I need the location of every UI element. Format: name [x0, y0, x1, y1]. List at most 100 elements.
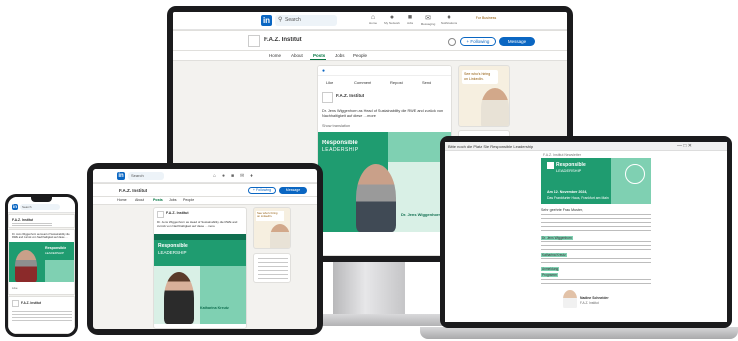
home-icon: ⌂ [370, 14, 376, 21]
tab-posts[interactable]: Posts [313, 53, 325, 58]
post-text: Dr. Jens Wiggenhorn as Head of Sustainab… [322, 109, 444, 118]
newsletter-body-text-2 [541, 241, 651, 251]
phone-search-input[interactable]: Search [20, 204, 60, 210]
newsletter-browser-title: F.A.Z. Institut Newsletter [543, 153, 581, 157]
phone-image-title-2: LEADERSHIP [45, 251, 65, 255]
smartphone: in Search F.A.Z. Institut Dr. Jens Wigge… [5, 194, 78, 337]
for-business-link[interactable]: For Business [471, 16, 501, 20]
following-button[interactable]: + Following [460, 37, 496, 46]
tablet-message-button[interactable]: Message [279, 187, 307, 194]
previous-post-footer: ● [318, 66, 451, 76]
phone-speaker-photo [15, 250, 37, 282]
phone-company-meta [12, 223, 52, 227]
post-image[interactable]: Responsible LEADERSHIP Dr. Jens Wiggenho… [318, 132, 451, 232]
signature-role: F.A.Z. Institut [580, 301, 599, 305]
tablet-image-pattern [200, 266, 246, 324]
monitor-stand-neck [333, 262, 405, 317]
phone-next-post-author[interactable]: F.A.Z. Institut [21, 301, 41, 305]
tab-jobs[interactable]: Jobs [335, 53, 345, 58]
tablet-linkedin-top-bar: in Search ⌂●■✉♦ [93, 169, 317, 183]
tablet-post-author[interactable]: F.A.Z. Institut [166, 211, 189, 215]
highlight-speaker-1[interactable]: Dr. Jens Wiggenhorn [541, 236, 573, 240]
company-tabs: Home About Posts Jobs People [173, 51, 567, 61]
nav-notifications[interactable]: ♦ Notifications [438, 14, 460, 25]
phone-image-title-1: Responsible [45, 246, 67, 250]
network-icon: ● [389, 14, 395, 21]
tablet-hiring-text: See who's hiring on LinkedIn. [256, 211, 284, 221]
hiring-ad-person [481, 88, 509, 126]
window-controls-icon[interactable]: — □ ✕ [677, 143, 692, 149]
tablet-tab-posts[interactable]: Posts [153, 198, 163, 202]
tablet-tab-jobs[interactable]: Jobs [169, 198, 177, 202]
banner-venue: Das Frankfurter Haus, Frankfurt am Main [547, 196, 609, 200]
tablet-tab-about[interactable]: About [135, 198, 144, 202]
tablet-search-input[interactable]: Search [128, 172, 164, 180]
brand-mark-icon [547, 162, 554, 169]
linkedin-logo[interactable]: in [261, 15, 272, 26]
banner-circle-badge [625, 164, 645, 184]
tablet-screen: in Search ⌂●■✉♦ F.A.Z. Institut + Follow… [93, 169, 317, 329]
nav-jobs[interactable]: ■ Jobs [403, 14, 417, 25]
post-image-title-2: LEADERSHIP [322, 147, 359, 153]
tablet-post-text: Dr. Jens Wiggenhorn as Head of Sustainab… [157, 221, 238, 228]
linkedin-top-bar: in ⚲ Search ⌂ Home ● My Network ■ Jobs ✉ Mes… [173, 12, 567, 30]
tablet-tab-home[interactable]: Home [117, 198, 127, 202]
newsletter-body-text-3 [541, 258, 651, 266]
tablet-speaker-photo [164, 272, 194, 324]
post-author-name[interactable]: F.A.Z. Institut [336, 93, 364, 98]
tablet-hiring-ad[interactable]: See who's hiring on LinkedIn. [253, 207, 291, 249]
highlight-speaker-2[interactable]: Katharina Kreutz [541, 253, 567, 257]
nav-network[interactable]: ● My Network [383, 14, 401, 25]
highlight-registration[interactable]: Anmeldung [541, 267, 560, 271]
action-comment[interactable]: Comment [354, 80, 371, 85]
phone-screen: in Search F.A.Z. Institut Dr. Jens Wigge… [8, 197, 75, 334]
messaging-icon: ✉ [425, 15, 431, 22]
laptop-screen: Bitte noch die Platz Sie Responsible Lea… [445, 142, 727, 322]
tablet-post-avatar[interactable] [157, 211, 164, 218]
tab-about[interactable]: About [291, 53, 303, 58]
phone-action-like[interactable]: Like [12, 286, 18, 290]
phone-notch [31, 197, 52, 202]
tablet-tab-people[interactable]: People [183, 198, 194, 202]
show-translation-link[interactable]: Show translation [322, 124, 350, 128]
tablet-linkedin-logo[interactable]: in [117, 172, 125, 180]
banner-title-2: LEADERSHIP [556, 168, 582, 173]
hiring-ad-text: See who's hiring on LinkedIn. [462, 70, 498, 84]
tablet-post-image[interactable]: Responsible LEADERSHIP Katharina Kreutz [154, 234, 246, 324]
more-options-icon[interactable] [448, 38, 456, 46]
nav-home[interactable]: ⌂ Home [365, 14, 381, 25]
search-placeholder: Search [285, 17, 301, 23]
message-button[interactable]: Message [499, 37, 535, 46]
action-repost[interactable]: Repost [390, 80, 403, 85]
hiring-ad[interactable]: See who's hiring on LinkedIn. [458, 65, 510, 127]
tablet-feed-post: F.A.Z. Institut Dr. Jens Wiggenhorn as H… [153, 207, 247, 329]
signature-name: Nadine Schneider [580, 296, 609, 300]
action-like[interactable]: Like [326, 80, 333, 85]
tablet-company-header: F.A.Z. Institut + Following Message [93, 183, 317, 197]
post-image-title-1: Responsible [322, 140, 358, 146]
tab-home[interactable]: Home [269, 53, 281, 58]
search-icon: ⚲ [278, 17, 283, 23]
phone-post-image[interactable]: Responsible LEADERSHIP [9, 242, 74, 282]
phone-post-actions[interactable]: Like [12, 286, 72, 292]
search-input[interactable]: ⚲ Search [275, 15, 337, 26]
newsletter-greeting: Sehr geehrte Frau Muster, [541, 208, 583, 212]
newsletter-banner: Responsible LEADERSHIP Am 12. November 2… [541, 158, 651, 204]
phone-next-post-avatar[interactable] [12, 300, 19, 307]
reaction-icon: ● [322, 68, 326, 74]
tablet-company-name: F.A.Z. Institut [119, 188, 148, 193]
device-mockup-stage: in ⚲ Search ⌂ Home ● My Network ■ Jobs ✉ Mes… [0, 0, 738, 341]
nav-messaging[interactable]: ✉ Messaging [419, 14, 437, 26]
newsletter-body-text [541, 214, 651, 234]
post-author-avatar[interactable] [322, 92, 333, 103]
phone-linkedin-logo[interactable]: in [12, 204, 18, 210]
phone-feed-post: Dr. Jens Wiggenhorn as Head of Sustainab… [8, 229, 75, 295]
tablet-sidebar-link-lines [258, 258, 288, 280]
action-send[interactable]: Send [422, 80, 431, 85]
jobs-icon: ■ [407, 14, 413, 21]
tablet-following-button[interactable]: + Following [248, 187, 276, 194]
tablet-nav-icons[interactable]: ⌂●■✉♦ [213, 173, 303, 179]
post-actions-bar: Like Comment Repost Send [318, 78, 451, 88]
highlight-program[interactable]: Programm [541, 273, 558, 277]
tab-people[interactable]: People [353, 53, 367, 58]
